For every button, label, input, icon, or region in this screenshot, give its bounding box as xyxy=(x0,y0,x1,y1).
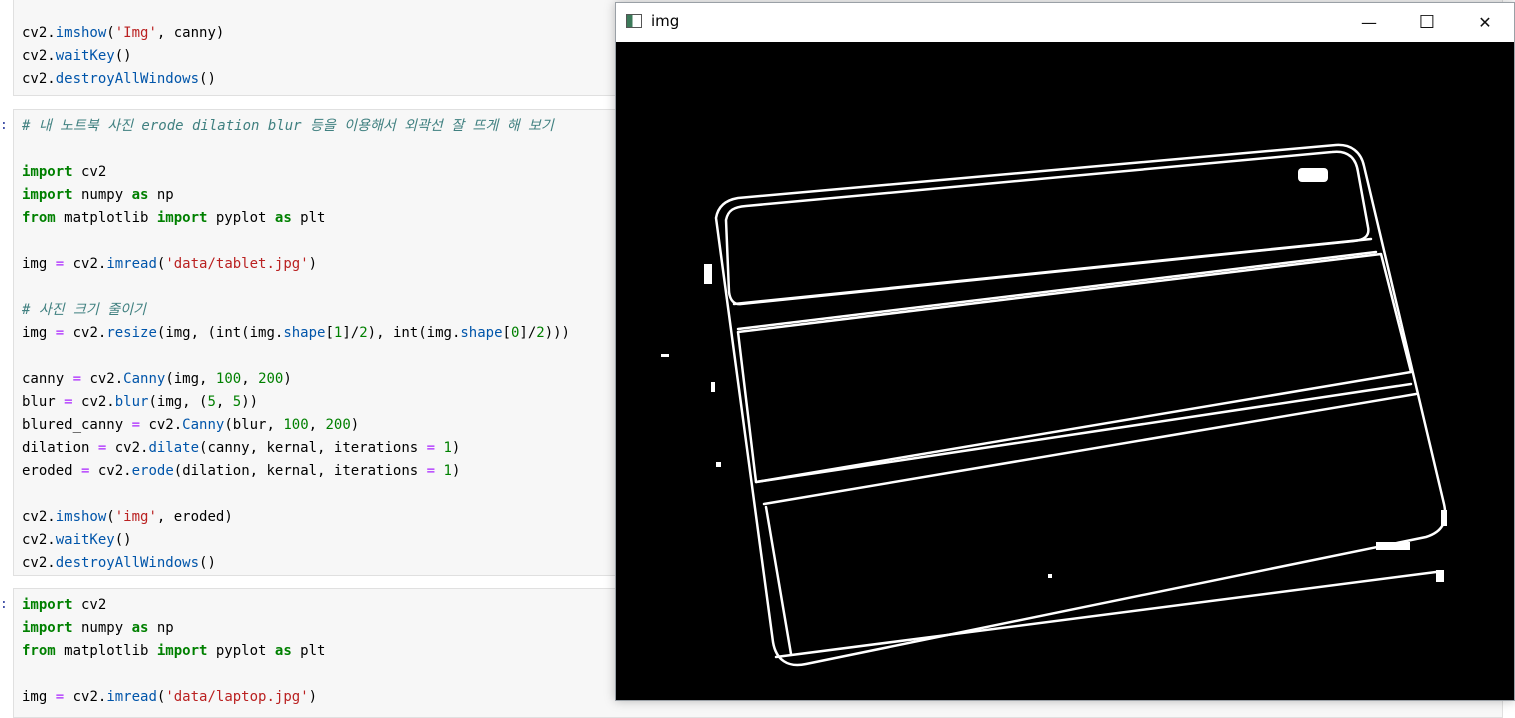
lower-edge-3 xyxy=(774,570,1438,659)
code-line: img = cv2.imread('data/tablet.jpg') xyxy=(22,256,318,272)
noise-dot xyxy=(716,462,721,467)
maximize-button[interactable]: ☐ xyxy=(1398,3,1456,42)
code-cell-bottom-source: import cv2 import numpy as np from matpl… xyxy=(22,594,325,709)
code-line: # 내 노트북 사진 erode dilation blur 등을 이용해서 외… xyxy=(22,118,554,134)
bezel-edge xyxy=(724,150,1370,306)
code-line: cv2.destroyAllWindows() xyxy=(22,555,216,571)
button-blob xyxy=(1376,542,1410,550)
code-line: import numpy as np xyxy=(22,620,174,636)
code-line: import cv2 xyxy=(22,164,107,180)
cell-prompt: : xyxy=(0,118,8,133)
code-line: import numpy as np xyxy=(22,187,174,203)
code-line: cv2.destroyAllWindows() xyxy=(22,71,216,87)
code-line: cv2.imshow('Img', canny) xyxy=(22,25,225,41)
tablet-outer-edge xyxy=(714,143,1447,667)
noise-dot xyxy=(1441,510,1447,526)
code-line: img = cv2.imread('data/laptop.jpg') xyxy=(22,689,318,705)
code-line: canny = cv2.Canny(img, 100, 200) xyxy=(22,371,292,387)
code-line: cv2.imshow('img', eroded) xyxy=(22,509,233,525)
code-line: cv2.waitKey() xyxy=(22,48,132,64)
noise-dot xyxy=(1048,574,1052,578)
code-line: img = cv2.resize(img, (int(img.shape[1]/… xyxy=(22,325,570,341)
window-titlebar[interactable]: img — ☐ ✕ xyxy=(616,3,1514,42)
code-line: # 사진 크기 줄이기 xyxy=(22,302,146,318)
noise-dot xyxy=(711,382,715,392)
noise-dot xyxy=(704,264,712,284)
edge-image-canvas xyxy=(616,42,1514,700)
edge-detection-image xyxy=(661,143,1447,667)
noise-dot xyxy=(661,354,669,357)
code-line: import cv2 xyxy=(22,597,107,613)
code-line: eroded = cv2.erode(dilation, kernal, ite… xyxy=(22,463,461,479)
lower-edge-2 xyxy=(762,392,1418,506)
code-line: cv2.waitKey() xyxy=(22,532,132,548)
minimize-icon: — xyxy=(1361,13,1377,32)
opencv-image-window[interactable]: img — ☐ ✕ xyxy=(615,2,1515,701)
window-title: img xyxy=(651,12,680,30)
code-line: from matplotlib import pyplot as plt xyxy=(22,210,326,226)
inner-bottom-edge xyxy=(764,505,793,656)
screen-top-edge-2 xyxy=(736,250,1378,331)
close-icon: ✕ xyxy=(1478,13,1492,32)
code-cell-top-source: cv2.imshow('Img', canny) cv2.waitKey() c… xyxy=(22,22,224,91)
cell-prompt: : xyxy=(0,597,8,612)
minimize-button[interactable]: — xyxy=(1340,3,1398,42)
code-cell-mid-source: # 내 노트북 사진 erode dilation blur 등을 이용해서 외… xyxy=(22,115,570,575)
noise-dot xyxy=(1436,570,1444,582)
code-line: blured_canny = cv2.Canny(blur, 100, 200) xyxy=(22,417,360,433)
code-line: blur = cv2.blur(img, (5, 5)) xyxy=(22,394,259,410)
camera-notch xyxy=(1298,168,1328,182)
code-line: from matplotlib import pyplot as plt xyxy=(22,643,326,659)
maximize-icon: ☐ xyxy=(1418,12,1436,33)
code-line: dilation = cv2.dilate(canny, kernal, ite… xyxy=(22,440,461,456)
opencv-window-icon xyxy=(626,14,642,28)
lower-edge-1 xyxy=(754,382,1413,484)
close-button[interactable]: ✕ xyxy=(1456,3,1514,42)
